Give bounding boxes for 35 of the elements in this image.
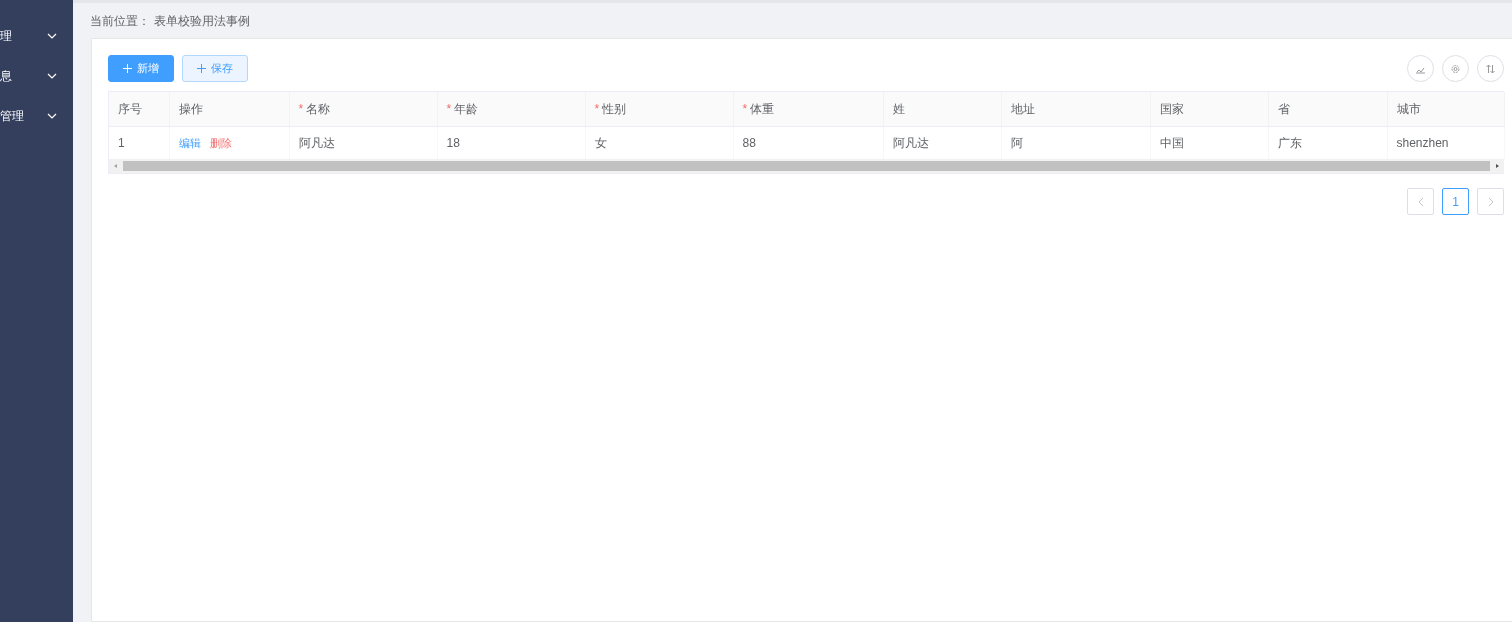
header-label: 体重	[750, 101, 775, 116]
header-label: 名称	[306, 101, 331, 116]
chevron-icon[interactable]	[47, 73, 57, 79]
sidebar-label: 息	[0, 68, 12, 85]
sort-icon	[1485, 63, 1496, 74]
required-mark: *	[298, 101, 304, 116]
column-header[interactable]: 操作	[169, 92, 289, 126]
next-page-button[interactable]	[1477, 188, 1504, 215]
sort-button[interactable]	[1477, 55, 1504, 82]
export-button[interactable]	[1407, 55, 1434, 82]
column-header[interactable]: 序号	[109, 92, 169, 126]
scrollbar[interactable]	[109, 159, 1504, 173]
column-header[interactable]: 省	[1268, 92, 1387, 126]
header-label: 年龄	[454, 101, 479, 116]
column-header[interactable]: 姓	[883, 92, 1001, 126]
sidebar-label: 理	[0, 28, 12, 45]
required-mark: *	[594, 101, 600, 116]
chevron-right-icon	[1486, 196, 1495, 207]
gear-icon	[1450, 63, 1461, 74]
chevron-left-icon	[1416, 196, 1425, 207]
breadcrumb-label: 当前位置：	[90, 12, 150, 30]
plus-icon	[123, 64, 132, 73]
chevron-icon[interactable]	[47, 113, 57, 119]
column-header[interactable]: 地址	[1001, 92, 1150, 126]
required-mark: *	[742, 101, 748, 116]
chevron-icon[interactable]	[47, 33, 57, 39]
settings-button[interactable]	[1442, 55, 1469, 82]
column-header[interactable]: 国家	[1150, 92, 1268, 126]
plus-icon	[197, 64, 206, 73]
prev-page-button[interactable]	[1407, 188, 1434, 215]
sidebar-label: 管理	[0, 108, 24, 125]
required-mark: *	[446, 101, 452, 116]
breadcrumb-item[interactable]: 表单校验用法事例	[154, 11, 250, 30]
header-label: 性别	[602, 101, 627, 116]
column-header[interactable]: 城市	[1387, 92, 1504, 126]
